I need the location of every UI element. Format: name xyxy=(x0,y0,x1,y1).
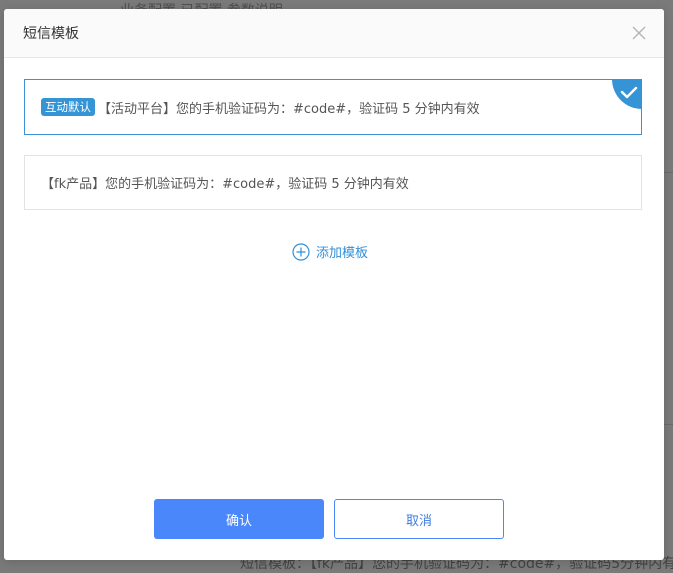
default-badge: 互动默认 xyxy=(41,98,95,116)
dialog-title: 短信模板 xyxy=(23,26,79,42)
template-option-default[interactable]: 互动默认 【活动平台】您的手机验证码为：#code#，验证码 5 分钟内有效 xyxy=(24,79,642,135)
template-text: 【活动平台】您的手机验证码为：#code#，验证码 5 分钟内有效 xyxy=(98,101,480,117)
add-template-button[interactable]: 添加模板 xyxy=(292,242,368,261)
plus-circle-icon xyxy=(292,242,310,261)
template-option[interactable]: 【fk产品】您的手机验证码为：#code#，验证码 5 分钟内有效 xyxy=(24,155,642,210)
selected-check-icon xyxy=(612,79,642,109)
template-text: 【fk产品】您的手机验证码为：#code#，验证码 5 分钟内有效 xyxy=(41,177,409,192)
sms-template-dialog: 短信模板 互动默认 【活动平台】您的手机验证码为：#code#，验证码 5 分钟… xyxy=(4,9,664,560)
add-template-label: 添加模板 xyxy=(316,246,369,261)
close-icon[interactable] xyxy=(631,25,647,41)
dialog-header: 短信模板 xyxy=(4,9,664,58)
confirm-button[interactable]: 确认 xyxy=(154,499,324,539)
cancel-button[interactable]: 取消 xyxy=(334,499,504,539)
